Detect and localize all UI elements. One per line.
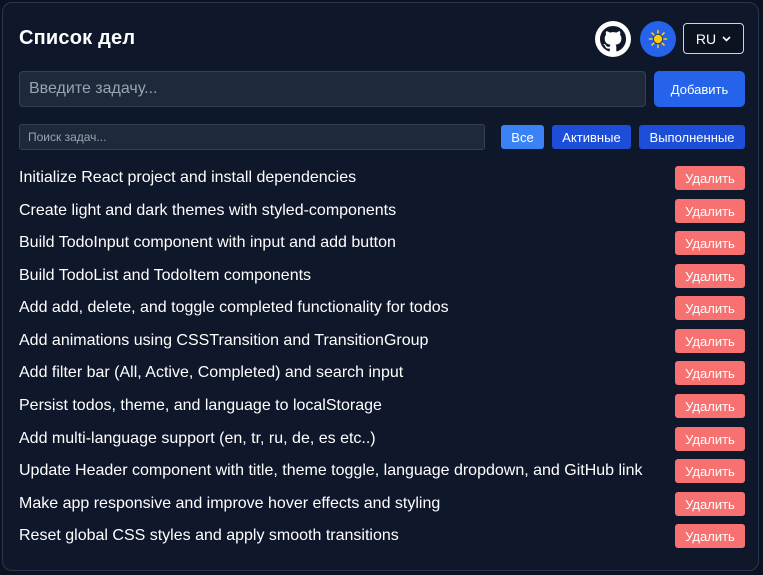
todo-item[interactable]: Build TodoInput component with input and… bbox=[19, 231, 745, 255]
todo-item[interactable]: Build TodoList and TodoItem components У… bbox=[19, 264, 745, 288]
filter-completed-button[interactable]: Выполненные bbox=[639, 125, 745, 149]
delete-button[interactable]: Удалить bbox=[675, 231, 745, 255]
github-icon bbox=[595, 20, 631, 57]
header-controls: RU bbox=[595, 20, 744, 57]
todo-item[interactable]: Add multi-language support (en, tr, ru, … bbox=[19, 427, 745, 451]
delete-button[interactable]: Удалить bbox=[675, 166, 745, 190]
todo-item[interactable]: Persist todos, theme, and language to lo… bbox=[19, 394, 745, 418]
todo-text[interactable]: Persist todos, theme, and language to lo… bbox=[19, 397, 382, 415]
language-select[interactable]: RU bbox=[683, 23, 744, 54]
todo-item[interactable]: Make app responsive and improve hover ef… bbox=[19, 492, 745, 516]
delete-button[interactable]: Удалить bbox=[675, 427, 745, 451]
todo-text[interactable]: Build TodoInput component with input and… bbox=[19, 234, 396, 252]
delete-button[interactable]: Удалить bbox=[675, 459, 745, 483]
todo-app: Список дел RU Введите задачу... Добавить… bbox=[2, 2, 759, 571]
todo-text[interactable]: Add filter bar (All, Active, Completed) … bbox=[19, 364, 403, 382]
todo-item[interactable]: Add add, delete, and toggle completed fu… bbox=[19, 296, 745, 320]
delete-button[interactable]: Удалить bbox=[675, 492, 745, 516]
page-title: Список дел bbox=[19, 27, 136, 49]
todo-item[interactable]: Reset global CSS styles and apply smooth… bbox=[19, 524, 745, 548]
search-input[interactable]: Поиск задач... bbox=[19, 124, 485, 150]
todo-item[interactable]: Initialize React project and install dep… bbox=[19, 166, 745, 190]
add-button[interactable]: Добавить bbox=[654, 71, 745, 107]
todo-text[interactable]: Update Header component with title, them… bbox=[19, 462, 643, 480]
todo-text[interactable]: Make app responsive and improve hover ef… bbox=[19, 495, 440, 513]
todo-text[interactable]: Add animations using CSSTransition and T… bbox=[19, 332, 428, 350]
todo-text[interactable]: Build TodoList and TodoItem components bbox=[19, 267, 311, 285]
delete-button[interactable]: Удалить bbox=[675, 296, 745, 320]
language-value: RU bbox=[695, 30, 717, 47]
delete-button[interactable]: Удалить bbox=[675, 199, 745, 223]
delete-button[interactable]: Удалить bbox=[675, 394, 745, 418]
delete-button[interactable]: Удалить bbox=[675, 361, 745, 385]
todo-text[interactable]: Initialize React project and install dep… bbox=[19, 169, 356, 187]
filter-active-button[interactable]: Активные bbox=[552, 125, 631, 149]
todo-item[interactable]: Add filter bar (All, Active, Completed) … bbox=[19, 361, 745, 385]
filter-all-button[interactable]: Все bbox=[501, 125, 544, 149]
chevron-down-icon bbox=[722, 35, 731, 42]
header: Список дел RU bbox=[19, 20, 744, 57]
delete-button[interactable]: Удалить bbox=[675, 329, 745, 353]
todo-text[interactable]: Create light and dark themes with styled… bbox=[19, 202, 396, 220]
todo-item[interactable]: Update Header component with title, them… bbox=[19, 459, 745, 483]
theme-toggle-button[interactable] bbox=[640, 20, 676, 57]
delete-button[interactable]: Удалить bbox=[675, 524, 745, 548]
delete-button[interactable]: Удалить bbox=[675, 264, 745, 288]
todo-item[interactable]: Create light and dark themes with styled… bbox=[19, 199, 745, 223]
todo-text[interactable]: Add add, delete, and toggle completed fu… bbox=[19, 299, 449, 317]
todo-text[interactable]: Add multi-language support (en, tr, ru, … bbox=[19, 430, 376, 448]
todo-item[interactable]: Add animations using CSSTransition and T… bbox=[19, 329, 745, 353]
todo-text[interactable]: Reset global CSS styles and apply smooth… bbox=[19, 527, 399, 545]
sun-icon bbox=[648, 29, 668, 48]
task-input[interactable]: Введите задачу... bbox=[19, 71, 646, 107]
task-input-placeholder: Введите задачу... bbox=[29, 80, 158, 97]
search-placeholder: Поиск задач... bbox=[28, 130, 107, 144]
github-link[interactable] bbox=[595, 20, 631, 57]
